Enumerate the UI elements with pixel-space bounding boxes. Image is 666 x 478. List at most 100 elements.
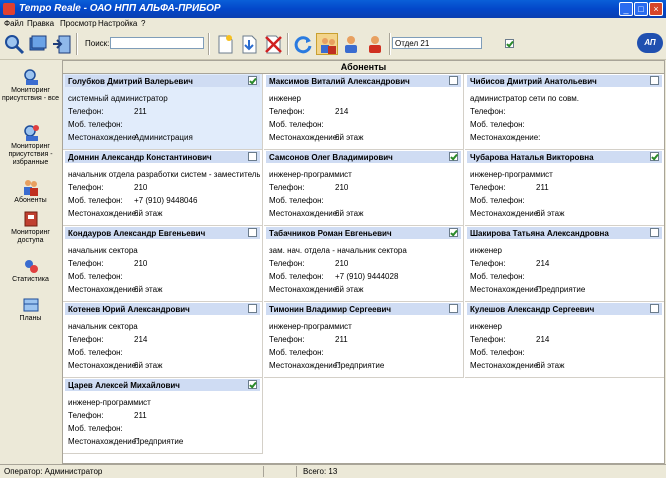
department-filter-checkbox[interactable]: [505, 39, 514, 48]
mobile-label: Моб. телефон:: [269, 348, 324, 357]
location-value: 6й этаж: [536, 209, 565, 218]
favorite-checkbox[interactable]: [650, 76, 659, 85]
subscriber-card[interactable]: Табачников Роман Евгеньевич зам. нач. отд…: [264, 226, 464, 302]
subscriber-name: Чибисов Дмитрий Анатольевич: [470, 77, 597, 86]
toolbar-separator: [287, 33, 289, 55]
sidebar-item-access-monitor[interactable]: Мониторинг доступа: [0, 210, 61, 245]
subscriber-name: Голубков Дмитрий Валерьевич: [68, 77, 193, 86]
location-value: 6й этаж: [134, 285, 163, 294]
favorite-checkbox[interactable]: [650, 228, 659, 237]
new-document-icon[interactable]: [214, 33, 236, 55]
subscriber-name: Царев Алексей Михайлович: [68, 381, 180, 390]
status-operator: Оператор: Администратор: [4, 467, 103, 476]
monitor-all-icon: [23, 69, 38, 85]
favorite-checkbox[interactable]: [650, 304, 659, 313]
favorite-checkbox[interactable]: [248, 76, 257, 85]
phone-label: Телефон:: [470, 259, 506, 268]
subscribers-icon: [23, 180, 38, 196]
status-bar: Оператор: Администратор Всего: 13: [0, 464, 666, 478]
favorite-checkbox[interactable]: [449, 152, 458, 161]
subscriber-card[interactable]: Чибисов Дмитрий Анатольевич администратор…: [465, 74, 664, 150]
card-header: Кулешов Александр Сергеевич: [467, 303, 662, 315]
subscriber-name: Самсонов Олег Владимирович: [269, 153, 393, 162]
location-label: Местонахождение:: [470, 133, 541, 142]
window-title: Tempo Reale - ОАО НПП АЛЬФА-ПРИБОР: [19, 3, 221, 14]
monitor-favorites-icon: [23, 125, 39, 141]
mobile-label: Моб. телефон:: [269, 196, 324, 205]
card-header: Тимонин Владимир Сергеевич: [266, 303, 461, 315]
location-label: Местонахождение:: [68, 133, 139, 142]
phone-value: 211: [335, 335, 348, 344]
phone-label: Телефон:: [470, 107, 506, 116]
menu-help[interactable]: ?: [141, 19, 145, 28]
magnifier-icon[interactable]: [3, 33, 25, 55]
plans-icon: [23, 298, 38, 312]
favorite-checkbox[interactable]: [449, 76, 458, 85]
maximize-button[interactable]: □: [634, 2, 648, 16]
sidebar-item-monitor-all[interactable]: Мониторинг присутствия - все: [0, 68, 61, 103]
subscriber-position: инженер-программист: [470, 170, 553, 179]
card-header: Царев Алексей Михайлович: [65, 379, 260, 391]
status-divider: [263, 466, 264, 477]
minimize-button[interactable]: _: [619, 2, 633, 16]
menu-view[interactable]: Просмотр: [60, 19, 97, 28]
subscriber-card[interactable]: Голубков Дмитрий Валерьевич системный адм…: [63, 74, 263, 150]
menu-file[interactable]: Файл: [4, 19, 24, 28]
card-header: Чубарова Наталья Викторовна: [467, 151, 662, 163]
refresh-icon[interactable]: [292, 33, 314, 55]
department-field[interactable]: [392, 37, 482, 49]
location-label: Местонахождение:: [68, 437, 139, 446]
subscriber-card[interactable]: Кулешов Александр Сергеевич инженер Телефо…: [465, 302, 664, 378]
sidebar-item-plans[interactable]: Планы: [0, 296, 61, 323]
sidebar-item-label: Мониторинг присутствия - избранные: [8, 143, 53, 166]
favorite-checkbox[interactable]: [449, 304, 458, 313]
users-group-icon[interactable]: [316, 33, 338, 55]
favorite-checkbox[interactable]: [650, 152, 659, 161]
favorite-checkbox[interactable]: [248, 228, 257, 237]
subscriber-position: инженер-программист: [269, 322, 352, 331]
user-blue-icon[interactable]: [340, 33, 362, 55]
subscriber-card[interactable]: Самсонов Олег Владимирович инженер-програ…: [264, 150, 464, 226]
phone-value: 214: [335, 107, 349, 116]
location-value: Предприятие: [134, 437, 184, 446]
subscriber-card[interactable]: Максимов Виталий Александрович инженер Тел…: [264, 74, 464, 150]
menu-edit[interactable]: Правка: [27, 19, 54, 28]
search-input[interactable]: [110, 37, 204, 49]
import-document-icon[interactable]: [238, 33, 260, 55]
subscriber-card[interactable]: Тимонин Владимир Сергеевич инженер-програ…: [264, 302, 464, 378]
subscriber-card[interactable]: Кондауров Александр Евгеньевич начальник …: [63, 226, 263, 302]
subscriber-position: инженер: [470, 246, 503, 255]
subscriber-card[interactable]: Шакирова Татьяна Александровна инженер Тел…: [465, 226, 664, 302]
location-value: 6й этаж: [335, 133, 364, 142]
phone-value: 210: [134, 259, 148, 268]
delete-document-icon[interactable]: [262, 33, 284, 55]
location-label: Местонахождение:: [269, 361, 340, 370]
books-icon[interactable]: [27, 33, 49, 55]
subscriber-position: начальник сектора: [68, 246, 138, 255]
location-value: Предприятие: [335, 361, 385, 370]
card-header: Кондауров Александр Евгеньевич: [65, 227, 260, 239]
close-button[interactable]: ×: [649, 2, 663, 16]
sidebar-item-subscribers[interactable]: Абоненты: [0, 178, 61, 205]
mobile-value: +7 (910) 9448046: [134, 196, 198, 205]
user-red-icon[interactable]: [364, 33, 386, 55]
favorite-checkbox[interactable]: [449, 228, 458, 237]
menu-settings[interactable]: Настройка: [98, 19, 137, 28]
favorite-checkbox[interactable]: [248, 304, 257, 313]
subscriber-position: администратор сети по совм.: [470, 94, 580, 103]
sidebar-item-monitor-favorites[interactable]: Мониторинг присутствия - избранные: [0, 124, 61, 167]
subscriber-position: инженер-программист: [269, 170, 352, 179]
access-monitor-icon: [24, 211, 37, 227]
phone-value: 214: [536, 335, 550, 344]
subscriber-card[interactable]: Котенев Юрий Александрович начальник сект…: [63, 302, 263, 378]
subscriber-card[interactable]: Царев Алексей Михайлович инженер-программ…: [63, 378, 263, 454]
sidebar-item-statistics[interactable]: Статистика: [0, 257, 61, 284]
status-total: Всего: 13: [303, 467, 338, 476]
favorite-checkbox[interactable]: [248, 380, 257, 389]
subscriber-card[interactable]: Домнин Александр Константинович начальник…: [63, 150, 263, 226]
subscriber-card[interactable]: Чубарова Наталья Викторовна инженер-прогр…: [465, 150, 664, 226]
card-header: Табачников Роман Евгеньевич: [266, 227, 461, 239]
favorite-checkbox[interactable]: [248, 152, 257, 161]
exit-door-icon[interactable]: [51, 33, 73, 55]
location-value: 6й этаж: [536, 361, 565, 370]
